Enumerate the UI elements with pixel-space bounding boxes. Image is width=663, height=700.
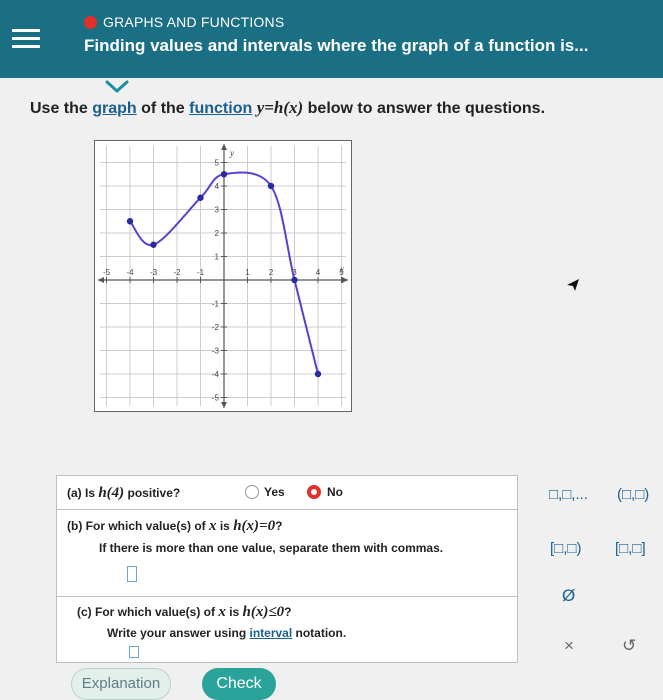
function-graph: -5 -4 -3 -2 -1 1 2 3 4 554321-1-2-3-4-5yx [94,140,352,412]
question-c-hint-prefix: Write your answer using [107,626,250,640]
question-c-mid: is [225,605,243,619]
question-c-suffix: ? [284,605,292,619]
question-c-prefix: (c) For which value(s) of [77,605,219,619]
y-tick-label: -1 [212,300,220,309]
question-c-hint-suffix: notation. [292,626,347,640]
prompt-math: y=h(x) [256,98,304,117]
page-title: Finding values and intervals where the g… [84,36,589,55]
prompt-text: below to answer the questions. [303,100,546,117]
x-axis-label: x [339,264,344,274]
explanation-button[interactable]: Explanation [71,668,171,700]
questions-panel: (a) Is h(4) positive? Yes No (b) For whi… [56,475,518,663]
y-tick-label: 1 [215,253,220,262]
menu-icon [12,29,40,32]
y-tick-label: 4 [215,182,220,191]
x-tick-label: -4 [126,268,134,277]
x-tick-label: -1 [197,268,205,277]
curve-point [197,194,204,201]
curve-point [220,171,228,178]
question-b-text: (b) For which value(s) of x is h(x)=0? [67,518,282,535]
undo-button[interactable]: ↺ [622,636,636,656]
graph-link[interactable]: graph [92,100,136,117]
question-a-text: (a) Is h(4) positive? [67,485,180,502]
question-b-math: h(x)=0 [233,518,276,534]
answer-c-input[interactable] [129,646,139,658]
prompt-text: of the [136,100,190,117]
curve-point [126,218,134,225]
menu-button[interactable] [0,0,65,78]
chevron-down-icon[interactable] [101,78,133,98]
y-tick-label: 2 [215,229,220,238]
list-button[interactable]: □,□,... [549,486,588,503]
x-tick-label: 4 [316,268,321,277]
question-b-prefix: (b) For which value(s) of [67,519,210,533]
question-b-var: x [209,518,217,534]
question-c-var: x [218,604,226,620]
topic-label: GRAPHS AND FUNCTIONS [103,14,285,30]
empty-set-button[interactable]: Ø [562,586,575,606]
interval-link[interactable]: interval [249,626,292,640]
mouse-cursor-icon [567,279,579,291]
open-interval-button[interactable]: (□,□) [617,486,649,503]
question-a-prefix: (a) Is [67,486,99,500]
function-link[interactable]: function [189,100,252,117]
question-a-suffix: positive? [124,486,181,500]
question-b-suffix: ? [275,519,283,533]
y-tick-label: -3 [212,347,220,356]
x-tick-label: 1 [245,268,250,277]
curve-point [291,276,298,284]
x-tick-label: 2 [269,268,274,277]
check-button[interactable]: Check [202,668,276,700]
question-a: (a) Is h(4) positive? Yes No [57,476,517,510]
menu-icon-line [12,37,40,40]
curve-point [150,241,157,248]
y-tick-label: 5 [215,159,220,168]
answer-b-input[interactable] [127,566,137,582]
question-prompt: Use the graph of the function y=h(x) bel… [30,98,545,118]
y-tick-label: 3 [215,206,220,215]
radio-no-label[interactable]: No [327,485,343,499]
menu-icon-line [12,45,40,48]
x-tick-label: -2 [173,268,181,277]
question-c-hint: Write your answer using interval notatio… [107,626,346,640]
question-b-hint: If there is more than one value, separat… [99,541,444,555]
y-tick-label: -2 [212,323,220,332]
x-tick-label: -3 [150,268,158,277]
closed-interval-button[interactable]: [□,□] [615,540,646,557]
half-open-interval-button[interactable]: [□,□) [550,540,581,557]
question-c: (c) For which value(s) of x is h(x)≤0? W… [57,598,517,662]
header-bar: GRAPHS AND FUNCTIONS Finding values and … [0,0,663,78]
question-b: (b) For which value(s) of x is h(x)=0? I… [57,510,517,597]
curve-point [314,370,322,378]
y-axis-label: y [229,148,234,158]
x-tick-label: -5 [103,268,111,277]
question-b-mid: is [216,519,234,533]
clear-button[interactable]: × [564,636,574,656]
question-c-math: h(x)≤0 [242,604,285,620]
y-tick-label: -4 [212,370,220,379]
radio-yes[interactable] [245,485,259,499]
y-tick-label: -5 [212,394,220,403]
question-c-text: (c) For which value(s) of x is h(x)≤0? [77,604,291,621]
radio-no[interactable] [307,485,321,499]
curve-point [267,182,275,190]
prompt-text: Use the [30,100,93,117]
topic-status-dot [84,16,97,29]
question-a-math: h(4) [98,485,125,501]
radio-yes-label[interactable]: Yes [264,485,285,499]
